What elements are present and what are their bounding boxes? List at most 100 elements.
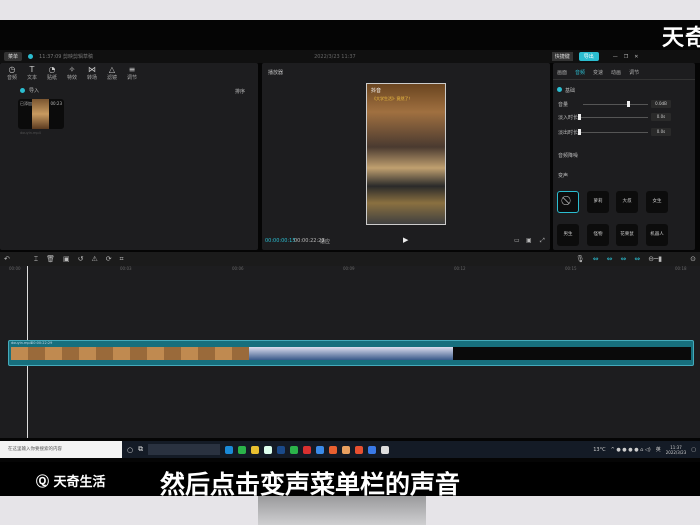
undo-icon[interactable]: ↶	[4, 255, 10, 263]
rotate-icon[interactable]: ⟳	[106, 255, 112, 263]
properties-tabs: 画面 音频 变速 动画 调节	[557, 69, 647, 76]
import-button[interactable]: 导入	[20, 87, 39, 94]
taskbar-search[interactable]: 在这里输入你要搜索的内容	[0, 441, 122, 458]
clock[interactable]: 11:37 2022/3/23	[666, 445, 687, 455]
cortana-icon[interactable]: ○	[127, 446, 133, 454]
thumbnail-frame	[62, 347, 79, 360]
voice-option[interactable]: 怪物	[587, 224, 609, 246]
thumbnail-frame	[555, 347, 572, 360]
voice-option[interactable]: 萝莉	[587, 191, 609, 213]
thumbnail-frame	[11, 347, 28, 360]
tab-speed[interactable]: 变速	[593, 69, 603, 76]
volume-value[interactable]: 0.0dB	[651, 100, 671, 108]
tool-label: 转场	[86, 75, 97, 81]
tool-effect[interactable]: ✧ 特效	[62, 65, 82, 81]
tick-label: 00:15	[565, 266, 577, 271]
task-view-icon[interactable]: ⧉	[138, 445, 143, 454]
fade-in-knob[interactable]	[578, 114, 581, 120]
ratio-dropdown[interactable]: 适应	[320, 238, 330, 245]
wps-icon[interactable]	[303, 445, 312, 454]
ratio-icon[interactable]: ▭	[514, 237, 520, 244]
weather-label[interactable]: 13°C	[593, 447, 605, 453]
preview-axis-icon[interactable]: ⇔	[620, 255, 626, 263]
link-icon[interactable]: ⇔	[593, 255, 599, 263]
delete-icon[interactable]: 🗑︎	[46, 255, 55, 263]
thumbnail-frame	[79, 347, 96, 360]
tab-audio[interactable]: 音频	[575, 69, 585, 76]
shortcut-button[interactable]: 快捷键	[551, 52, 573, 61]
voice-option[interactable]: 男生	[557, 224, 579, 246]
tray-icons[interactable]: ^ ● ● ● ● ⌂ ◁)	[611, 447, 651, 453]
snap-icon[interactable]: ⇔	[607, 255, 613, 263]
video-track-clip[interactable]: douyin.mp4 00:00:22:29	[8, 340, 694, 366]
mic-icon[interactable]: 🎙︎	[576, 255, 585, 263]
app-icon[interactable]	[329, 445, 338, 454]
freeze-icon[interactable]: ▣	[63, 255, 70, 263]
tool-transition[interactable]: ⋈ 转场	[82, 65, 102, 81]
tool-audio[interactable]: ◷ 音频	[2, 65, 22, 81]
brand-name: 天奇生活	[53, 475, 106, 490]
thumbnail-frame	[164, 347, 181, 360]
voice-option[interactable]: 女生	[646, 191, 668, 213]
windows-taskbar: 在这里输入你要搜索的内容 ○ ⧉ 13°C ^ ● ● ● ● ⌂ ◁) 英 1…	[0, 441, 700, 458]
photoshop-icon[interactable]	[277, 445, 286, 454]
fade-out-value[interactable]: 0.0s	[651, 128, 671, 136]
date-label: 2022/3/23 11:37	[314, 53, 356, 60]
fade-out-knob[interactable]	[578, 129, 581, 135]
split-icon[interactable]: ⌶	[34, 255, 38, 264]
video-preview[interactable]: 抖音 《大学生活》· 竟然了！	[366, 83, 446, 225]
tab-picture[interactable]: 画面	[557, 69, 567, 76]
volume-slider[interactable]	[583, 101, 648, 107]
noise-reduction-checkbox[interactable]: 音频降噪	[558, 152, 578, 159]
tab-animation[interactable]: 动画	[611, 69, 621, 76]
current-time: 00:00:00:15	[265, 238, 296, 244]
tool-sticker[interactable]: ◔ 贴纸	[42, 65, 62, 81]
edge-icon[interactable]	[225, 445, 234, 454]
voice-option[interactable]: 机器人	[646, 224, 668, 246]
close-button[interactable]: ✕	[634, 54, 638, 60]
original-icon[interactable]: ▣	[526, 237, 532, 244]
tool-filter[interactable]: △ 滤镜	[102, 65, 122, 81]
folder-icon[interactable]	[251, 445, 260, 454]
thumbnail-frame	[470, 347, 487, 360]
volume-knob[interactable]	[627, 101, 630, 107]
wechat-icon[interactable]	[290, 445, 299, 454]
export-button[interactable]: 导出	[578, 52, 599, 61]
maximize-button[interactable]: ❐	[624, 54, 628, 60]
menu-button[interactable]: 菜单	[4, 52, 23, 61]
voice-option[interactable]: 大叔	[616, 191, 638, 213]
media-clip[interactable]: 已添加 00:23	[18, 99, 64, 129]
app-icon[interactable]	[355, 445, 364, 454]
align-icon[interactable]: ⇔	[634, 255, 640, 263]
app-icon[interactable]	[368, 445, 377, 454]
capcut-icon[interactable]	[381, 445, 390, 454]
basic-checkbox[interactable]: 基础	[557, 87, 575, 94]
volume-label: 音量	[558, 102, 569, 108]
crop-icon[interactable]: ⌗	[120, 255, 124, 264]
tab-adjust[interactable]: 调节	[629, 69, 639, 76]
fullscreen-icon[interactable]: ⤢	[540, 237, 545, 245]
app-icon[interactable]	[264, 445, 273, 454]
fade-in-slider[interactable]	[578, 114, 648, 120]
tool-text[interactable]: T 文本	[22, 65, 42, 81]
minimize-button[interactable]: —	[613, 54, 618, 60]
voice-option[interactable]: 花栗鼠	[616, 224, 638, 246]
app-icon[interactable]	[238, 445, 247, 454]
fit-icon[interactable]: ⊙	[690, 255, 696, 263]
app-icon[interactable]	[342, 445, 351, 454]
reverse-icon[interactable]: ↺	[78, 255, 84, 263]
tool-adjust[interactable]: ≡ 调节	[122, 65, 142, 81]
language-indicator[interactable]: 英	[656, 446, 661, 453]
app-icon[interactable]	[316, 445, 325, 454]
voice-none[interactable]: ⃠	[557, 191, 579, 213]
fade-out-slider[interactable]	[578, 129, 648, 135]
sort-dropdown[interactable]: 排序	[235, 88, 245, 95]
notification-icon[interactable]: ▢	[691, 447, 696, 453]
mirror-icon[interactable]: ⚠︎	[91, 255, 97, 263]
fade-in-value[interactable]: 0.0s	[651, 113, 671, 121]
status-dot-icon	[28, 54, 34, 59]
play-icon[interactable]: ▶	[403, 236, 408, 244]
browser-search-box[interactable]	[148, 444, 221, 455]
thumbnail-frame	[334, 347, 351, 360]
zoom-slider[interactable]: ⊖─▮	[648, 255, 662, 263]
